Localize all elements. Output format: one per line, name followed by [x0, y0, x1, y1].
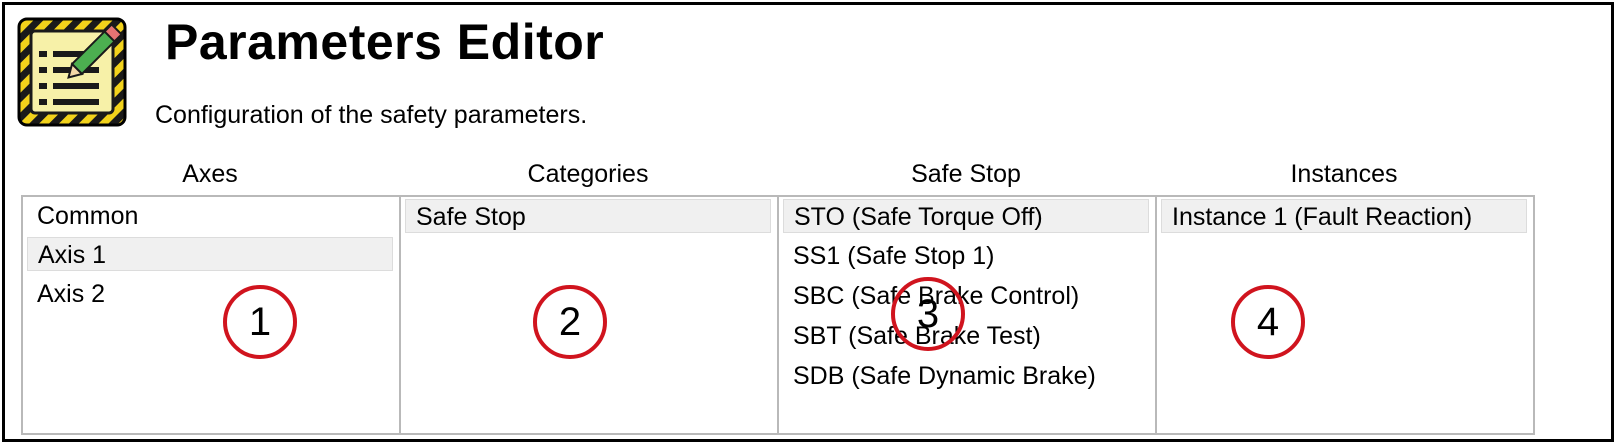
categories-column-header: Categories: [527, 160, 649, 188]
list-item-ss1[interactable]: SS1 (Safe Stop 1): [793, 239, 995, 273]
list-item-axis-1[interactable]: Axis 1: [27, 237, 393, 271]
notepad-pencil-icon: [17, 17, 127, 127]
callout-marker-1: 1: [223, 285, 297, 359]
instances-column-header: Instances: [1290, 160, 1398, 188]
safe-stop-column-header: Safe Stop: [911, 160, 1021, 188]
instances-list[interactable]: Instance 1 (Fault Reaction): [1155, 195, 1535, 435]
list-item-sdb[interactable]: SDB (Safe Dynamic Brake): [793, 359, 1096, 393]
page-title: Parameters Editor: [165, 14, 605, 70]
parameters-editor-window: Parameters Editor Configuration of the s…: [2, 2, 1614, 442]
axes-list[interactable]: Common Axis 1 Axis 2: [21, 195, 401, 435]
safe-stop-list[interactable]: STO (Safe Torque Off) SS1 (Safe Stop 1) …: [777, 195, 1157, 435]
list-item-axis-2[interactable]: Axis 2: [37, 277, 105, 311]
page-subtitle: Configuration of the safety parameters.: [155, 101, 588, 129]
axes-column-header: Axes: [182, 160, 238, 188]
callout-marker-3: 3: [891, 277, 965, 351]
callout-marker-4: 4: [1231, 285, 1305, 359]
list-item-sto[interactable]: STO (Safe Torque Off): [783, 199, 1149, 233]
callout-marker-2: 2: [533, 285, 607, 359]
list-item-instance-1[interactable]: Instance 1 (Fault Reaction): [1161, 199, 1527, 233]
list-item-common[interactable]: Common: [37, 199, 138, 233]
list-item-safe-stop[interactable]: Safe Stop: [405, 199, 771, 233]
